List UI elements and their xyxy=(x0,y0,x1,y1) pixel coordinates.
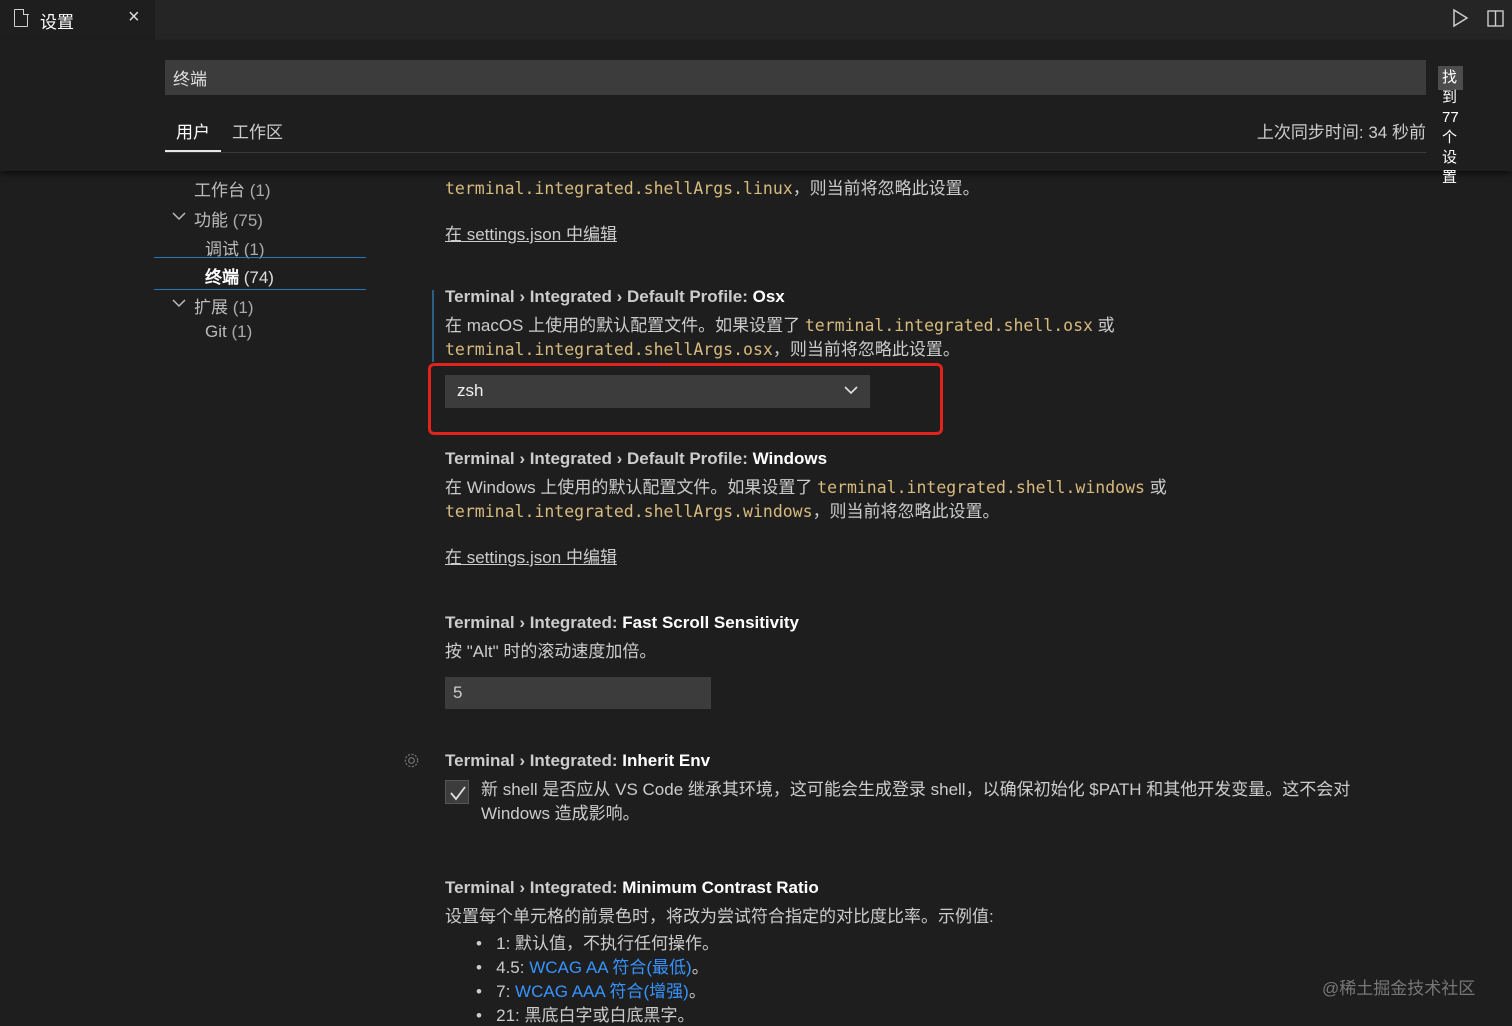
toc-count: (1) xyxy=(232,298,254,317)
result-count-badge: 找到 77 个设置 xyxy=(1438,66,1463,186)
toc-count: (1) xyxy=(231,322,253,341)
setting-title-default-profile-windows: Terminal › Integrated › Default Profile:… xyxy=(445,449,827,469)
list-item: • 4.5: WCAG AA 符合(最低)。 xyxy=(476,958,709,977)
linux-description: terminal.integrated.shellArgs.linux，则当前将… xyxy=(445,177,980,201)
edit-in-settings-json-link[interactable]: 在 settings.json 中编辑 xyxy=(445,220,617,245)
setting-name: Inherit Env xyxy=(622,751,711,770)
desc-text: 或 xyxy=(1092,316,1115,335)
setting-name: Minimum Contrast Ratio xyxy=(622,878,819,897)
inherit-env-description: 新 shell 是否应从 VS Code 继承其环境，这可能会生成登录 shel… xyxy=(481,778,1350,826)
default-profile-osx-select[interactable]: zsh xyxy=(445,375,870,408)
chevron-down-icon[interactable] xyxy=(172,211,186,221)
gear-icon[interactable] xyxy=(402,751,421,770)
toc-item-extensions[interactable]: 扩展 (1) xyxy=(194,293,254,318)
select-value: zsh xyxy=(457,381,484,400)
item-prefix: 1: xyxy=(496,934,516,953)
chevron-down-icon[interactable] xyxy=(172,298,186,308)
toc-label: 终端 xyxy=(205,268,239,287)
toc-item-workbench[interactable]: 工作台 (1) xyxy=(194,176,271,201)
osx-description: 在 macOS 上使用的默认配置文件。如果设置了 terminal.integr… xyxy=(445,314,1115,362)
settings-tab[interactable]: 设置 × xyxy=(0,0,155,40)
code-ref: terminal.integrated.shell.windows xyxy=(817,478,1145,497)
toc-item-git[interactable]: Git (1) xyxy=(205,322,252,342)
desc-text: Windows 造成影响。 xyxy=(481,804,640,823)
toc-item-features[interactable]: 功能 (75) xyxy=(194,206,263,231)
editor-tab-bar: 设置 × xyxy=(0,0,1512,40)
tab-title: 设置 xyxy=(40,13,74,32)
chevron-down-icon xyxy=(844,386,858,395)
focus-indicator xyxy=(432,290,434,362)
setting-category: Terminal › Integrated: xyxy=(445,878,623,897)
desc-text: ，则当前将忽略此设置。 xyxy=(812,502,1000,521)
watermark: @稀土掘金技术社区 xyxy=(1322,979,1476,998)
scope-tabs: 用户 工作区 上次同步时间: 34 秒前 xyxy=(165,110,1426,153)
item-prefix: 7: xyxy=(496,982,516,1001)
code-ref: terminal.integrated.shellArgs.linux xyxy=(445,179,793,198)
windows-description: 在 Windows 上使用的默认配置文件。如果设置了 terminal.inte… xyxy=(445,476,1167,524)
list-item: • 21: 黑底白字或白底黑字。 xyxy=(476,1006,695,1025)
list-item: • 1: 默认值，不执行任何操作。 xyxy=(476,934,720,953)
fast-scroll-input[interactable] xyxy=(445,677,711,709)
settings-header: 找到 77 个设置 用户 工作区 上次同步时间: 34 秒前 xyxy=(0,40,1512,186)
desc-text: ，则当前将忽略此设置。 xyxy=(792,179,980,198)
setting-title-fast-scroll: Terminal › Integrated: Fast Scroll Sensi… xyxy=(445,613,799,633)
fast-scroll-description: 按 "Alt" 时的滚动速度加倍。 xyxy=(445,642,657,661)
setting-category: Terminal › Integrated › Default Profile: xyxy=(445,287,753,306)
desc-text: 或 xyxy=(1144,478,1167,497)
toc-label: 工作台 xyxy=(194,181,245,200)
edit-in-settings-json-link[interactable]: 在 settings.json 中编辑 xyxy=(445,543,617,568)
code-ref: terminal.integrated.shell.osx xyxy=(804,316,1093,335)
tab-user-indicator xyxy=(165,150,221,152)
item-text: 。 xyxy=(691,958,709,977)
check-icon xyxy=(450,786,466,801)
setting-name: Windows xyxy=(752,449,828,468)
desc-text: 在 Windows 上使用的默认配置文件。如果设置了 xyxy=(445,478,818,497)
desc-text: ，则当前将忽略此设置。 xyxy=(772,340,960,359)
file-icon xyxy=(14,8,29,27)
run-icon[interactable] xyxy=(1450,8,1470,28)
toc-count: (75) xyxy=(232,211,263,230)
setting-name: Fast Scroll Sensitivity xyxy=(622,613,799,632)
setting-title-default-profile-osx: Terminal › Integrated › Default Profile:… xyxy=(445,287,785,307)
tab-user[interactable]: 用户 xyxy=(176,118,210,143)
search-input[interactable] xyxy=(165,60,1255,95)
toc-label: 功能 xyxy=(194,211,228,230)
wcag-aaa-link[interactable]: WCAG AAA 符合(增强) xyxy=(515,982,689,1001)
setting-title-inherit-env: Terminal › Integrated: Inherit Env xyxy=(445,751,710,771)
setting-name: Osx xyxy=(752,287,785,306)
item-prefix: 4.5: xyxy=(496,958,530,977)
split-editor-icon[interactable] xyxy=(1486,8,1506,28)
min-contrast-description: 设置每个单元格的前景色时，将改为尝试符合指定的对比度比率。示例值: xyxy=(445,907,994,926)
inherit-env-checkbox[interactable] xyxy=(445,780,469,804)
desc-text: 在 macOS 上使用的默认配置文件。如果设置了 xyxy=(445,316,805,335)
toc-count: (74) xyxy=(243,268,274,287)
sync-status: 上次同步时间: 34 秒前 xyxy=(1256,123,1426,142)
list-item: • 7: WCAG AAA 符合(增强)。 xyxy=(476,982,706,1001)
item-text: 默认值，不执行任何操作。 xyxy=(515,934,720,953)
toc-count: (1) xyxy=(249,181,271,200)
code-ref: terminal.integrated.shellArgs.windows xyxy=(445,502,813,521)
settings-search: 找到 77 个设置 xyxy=(165,60,1463,186)
setting-category: Terminal › Integrated: xyxy=(445,613,623,632)
toc-label: 扩展 xyxy=(194,298,228,317)
item-prefix: 21: xyxy=(496,1006,525,1025)
item-text: 黑底白字或白底黑字。 xyxy=(524,1006,695,1025)
code-ref: terminal.integrated.shellArgs.osx xyxy=(445,340,773,359)
toc-label: Git xyxy=(205,322,227,341)
setting-category: Terminal › Integrated: xyxy=(445,751,623,770)
desc-text: 新 shell 是否应从 VS Code 继承其环境，这可能会生成登录 shel… xyxy=(481,780,1351,799)
item-text: 。 xyxy=(688,982,706,1001)
toc-item-terminal[interactable]: 终端 (74) xyxy=(205,263,274,288)
setting-title-min-contrast: Terminal › Integrated: Minimum Contrast … xyxy=(445,878,819,898)
tab-workspace[interactable]: 工作区 xyxy=(232,118,283,143)
wcag-aa-link[interactable]: WCAG AA 符合(最低) xyxy=(529,958,691,977)
close-icon[interactable]: × xyxy=(128,6,140,29)
setting-category: Terminal › Integrated › Default Profile: xyxy=(445,449,753,468)
